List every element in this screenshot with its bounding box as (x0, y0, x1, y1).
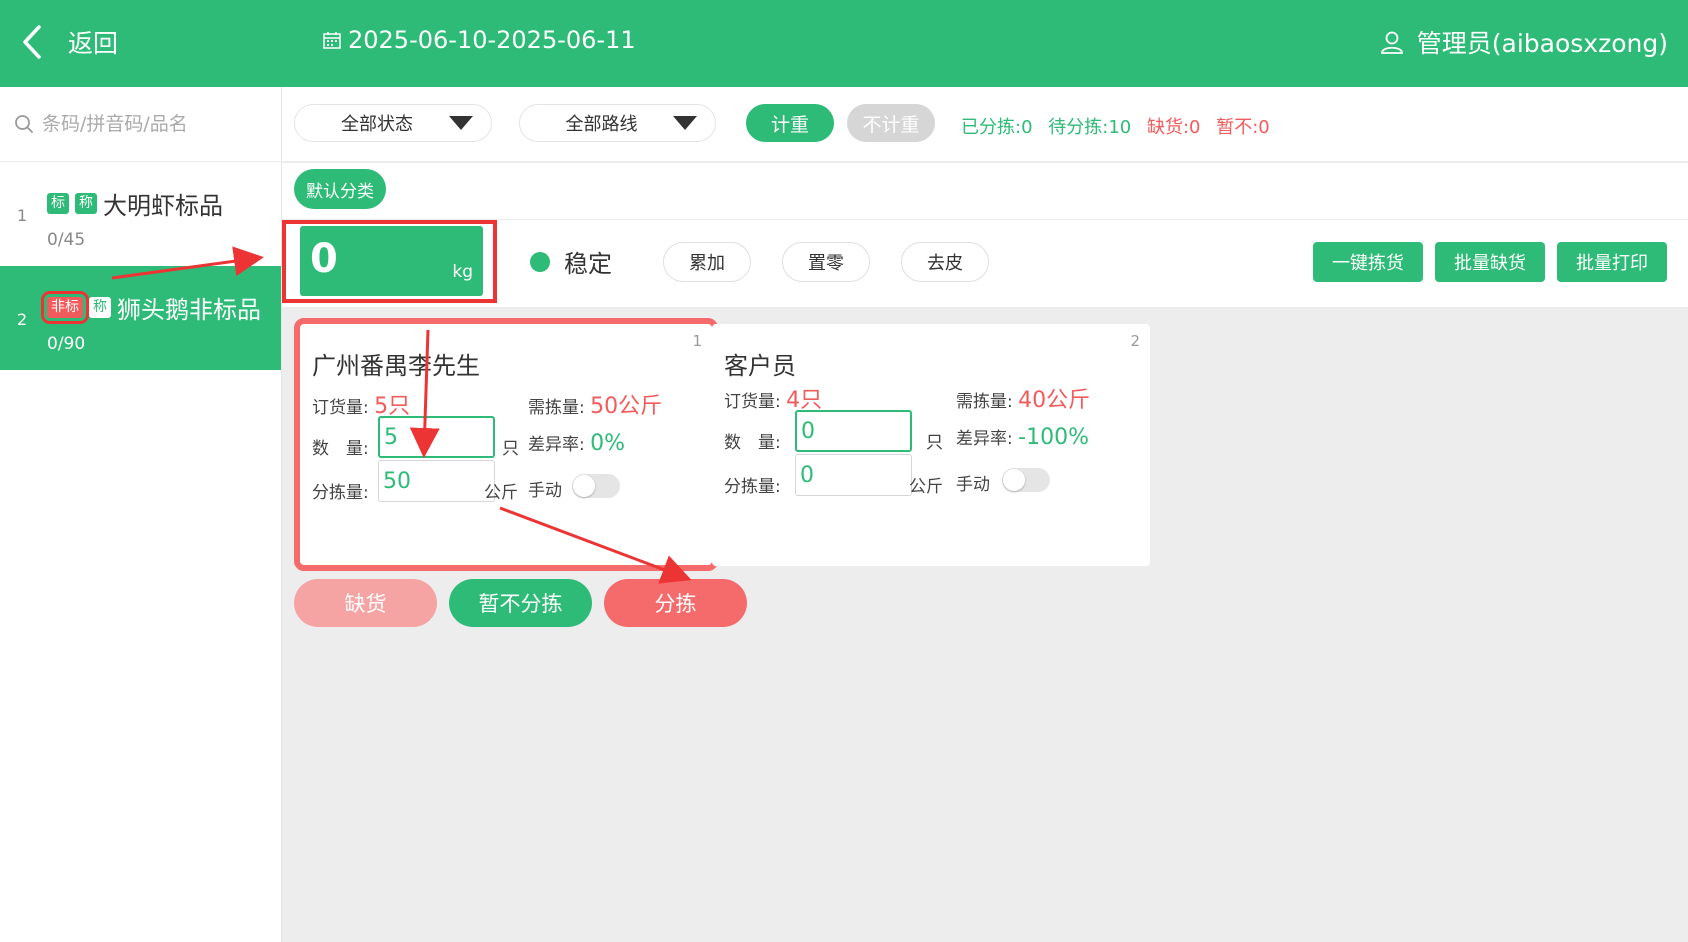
card-number: 1 (692, 332, 702, 350)
status-dot-icon (530, 251, 550, 272)
item-index: 1 (17, 206, 28, 225)
route-dropdown-label: 全部路线 (565, 114, 638, 135)
product-item[interactable]: 1 标 称 大明虾标品 0/45 (0, 162, 281, 266)
quantity-input[interactable] (378, 416, 495, 458)
scale-value: 0 (310, 236, 338, 282)
item-index: 2 (17, 310, 28, 329)
calendar-icon (323, 32, 341, 49)
weigh-bar: 0 kg 稳定 累加 置零 去皮 一键拣货 批量缺货 批量打印 (282, 220, 1688, 307)
short-button[interactable]: 缺货 (294, 579, 437, 627)
status-dropdown[interactable]: 全部状态 (294, 104, 492, 142)
category-bar: 默认分类 (282, 163, 1688, 219)
scale-display: 0 kg (300, 226, 483, 296)
batch-short-button[interactable]: 批量缺货 (1435, 242, 1545, 282)
product-sidebar: 1 标 称 大明虾标品 0/45 2 非标 称 狮头鹅非标品 0/90 (0, 87, 282, 942)
manual-toggle[interactable] (572, 474, 620, 498)
short-count: 缺货:0 (1146, 117, 1201, 138)
tare-button[interactable]: 去皮 (901, 242, 989, 282)
diff-label: 差异率: (528, 435, 585, 455)
standard-tag: 标 (47, 193, 69, 214)
back-button[interactable]: 返回 (22, 24, 118, 60)
zero-button[interactable]: 置零 (782, 242, 870, 282)
search-input[interactable] (42, 113, 262, 135)
product-item-active[interactable]: 2 非标 称 狮头鹅非标品 0/90 (0, 266, 281, 370)
order-card-selected[interactable]: 1 广州番禺李先生 订货量: 5只 需拣量: 50公斤 数 量: 只 差异率: … (294, 318, 718, 571)
batch-print-button[interactable]: 批量打印 (1557, 242, 1667, 282)
date-range-text: 2025-06-10-2025-06-11 (348, 26, 636, 54)
caret-down-icon (449, 116, 473, 130)
customer-name: 客户员 (724, 352, 796, 380)
stable-indicator: 稳定 (530, 244, 612, 279)
order-card[interactable]: 2 客户员 订货量: 4只 需拣量: 40公斤 数 量: 只 差异率: -100… (712, 324, 1150, 566)
sort-quantity-input[interactable] (795, 454, 912, 496)
one-click-pick-button[interactable]: 一键拣货 (1313, 242, 1423, 282)
need-row: 需拣量: 50公斤 (528, 388, 662, 420)
sort-button[interactable]: 分拣 (604, 579, 747, 627)
need-row: 需拣量: 40公斤 (956, 382, 1090, 414)
search-icon (15, 115, 33, 133)
diff-value: 0% (590, 431, 626, 456)
nonstandard-tag: 非标 (41, 291, 89, 324)
date-range-picker[interactable]: 2025-06-10-2025-06-11 (322, 26, 636, 54)
diff-label: 差异率: (956, 429, 1013, 449)
qty-label: 数 量: (312, 439, 369, 459)
qty-unit: 只 (502, 439, 519, 459)
item-name: 大明虾标品 (103, 192, 223, 220)
accumulate-button[interactable]: 累加 (663, 242, 751, 282)
weigh-tag: 称 (89, 297, 111, 318)
manual-label: 手动 (956, 475, 990, 495)
need-value: 50公斤 (590, 394, 663, 419)
sorting-stats: 已分拣:0 待分拣:10 缺货:0 暂不:0 (961, 113, 1280, 139)
sort-label: 分拣量: (724, 477, 781, 497)
sorted-count: 已分拣:0 (961, 117, 1033, 138)
sort-unit: 公斤 (484, 483, 518, 503)
item-count: 0/45 (47, 230, 86, 250)
quantity-input[interactable] (795, 410, 912, 452)
top-bar: 返回 2025-06-10-2025-06-11 管理员(aibaosxzong… (0, 0, 1688, 87)
need-label: 需拣量: (528, 398, 585, 418)
user-icon (1380, 31, 1403, 54)
weigh-toggle[interactable]: 计重 (746, 104, 834, 142)
qty-label: 数 量: (724, 433, 781, 453)
need-value: 40公斤 (1018, 388, 1091, 413)
item-name: 狮头鹅非标品 (117, 296, 261, 324)
user-menu[interactable]: 管理员(aibaosxzong) (1379, 24, 1668, 60)
sort-quantity-input[interactable] (378, 460, 495, 502)
order-label: 订货量: (312, 398, 369, 418)
pending-count: 待分拣:10 (1048, 117, 1132, 138)
scale-unit: kg (452, 262, 473, 282)
manual-toggle[interactable] (1002, 468, 1050, 492)
diff-value: -100% (1018, 425, 1089, 450)
route-dropdown[interactable]: 全部路线 (519, 104, 716, 142)
caret-down-icon (673, 116, 697, 130)
stable-label: 稳定 (564, 250, 612, 278)
card-number: 2 (1130, 332, 1140, 350)
order-label: 订货量: (724, 392, 781, 412)
hold-count: 暂不:0 (1216, 117, 1270, 138)
search-bar (0, 87, 281, 162)
qty-unit: 只 (926, 433, 943, 453)
diff-row: 差异率: 0% (528, 430, 625, 456)
filter-bar: 全部状态 全部路线 计重 不计重 已分拣:0 待分拣:10 缺货:0 暂不:0 (282, 87, 1688, 162)
main-panel: 全部状态 全部路线 计重 不计重 已分拣:0 待分拣:10 缺货:0 暂不:0 … (282, 87, 1688, 942)
diff-row: 差异率: -100% (956, 424, 1089, 450)
weigh-tag: 称 (75, 193, 97, 214)
no-weigh-toggle[interactable]: 不计重 (847, 104, 935, 142)
sort-unit: 公斤 (909, 477, 943, 497)
status-dropdown-label: 全部状态 (341, 114, 413, 135)
hold-button[interactable]: 暂不分拣 (449, 579, 592, 627)
back-label: 返回 (68, 29, 119, 58)
user-name: 管理员(aibaosxzong) (1416, 29, 1668, 58)
sort-label: 分拣量: (312, 483, 369, 503)
item-count: 0/90 (47, 334, 86, 354)
need-label: 需拣量: (956, 392, 1013, 412)
customer-name: 广州番禺李先生 (312, 352, 480, 380)
manual-label: 手动 (528, 481, 562, 501)
chevron-left-icon (23, 25, 41, 59)
category-default[interactable]: 默认分类 (294, 169, 386, 209)
